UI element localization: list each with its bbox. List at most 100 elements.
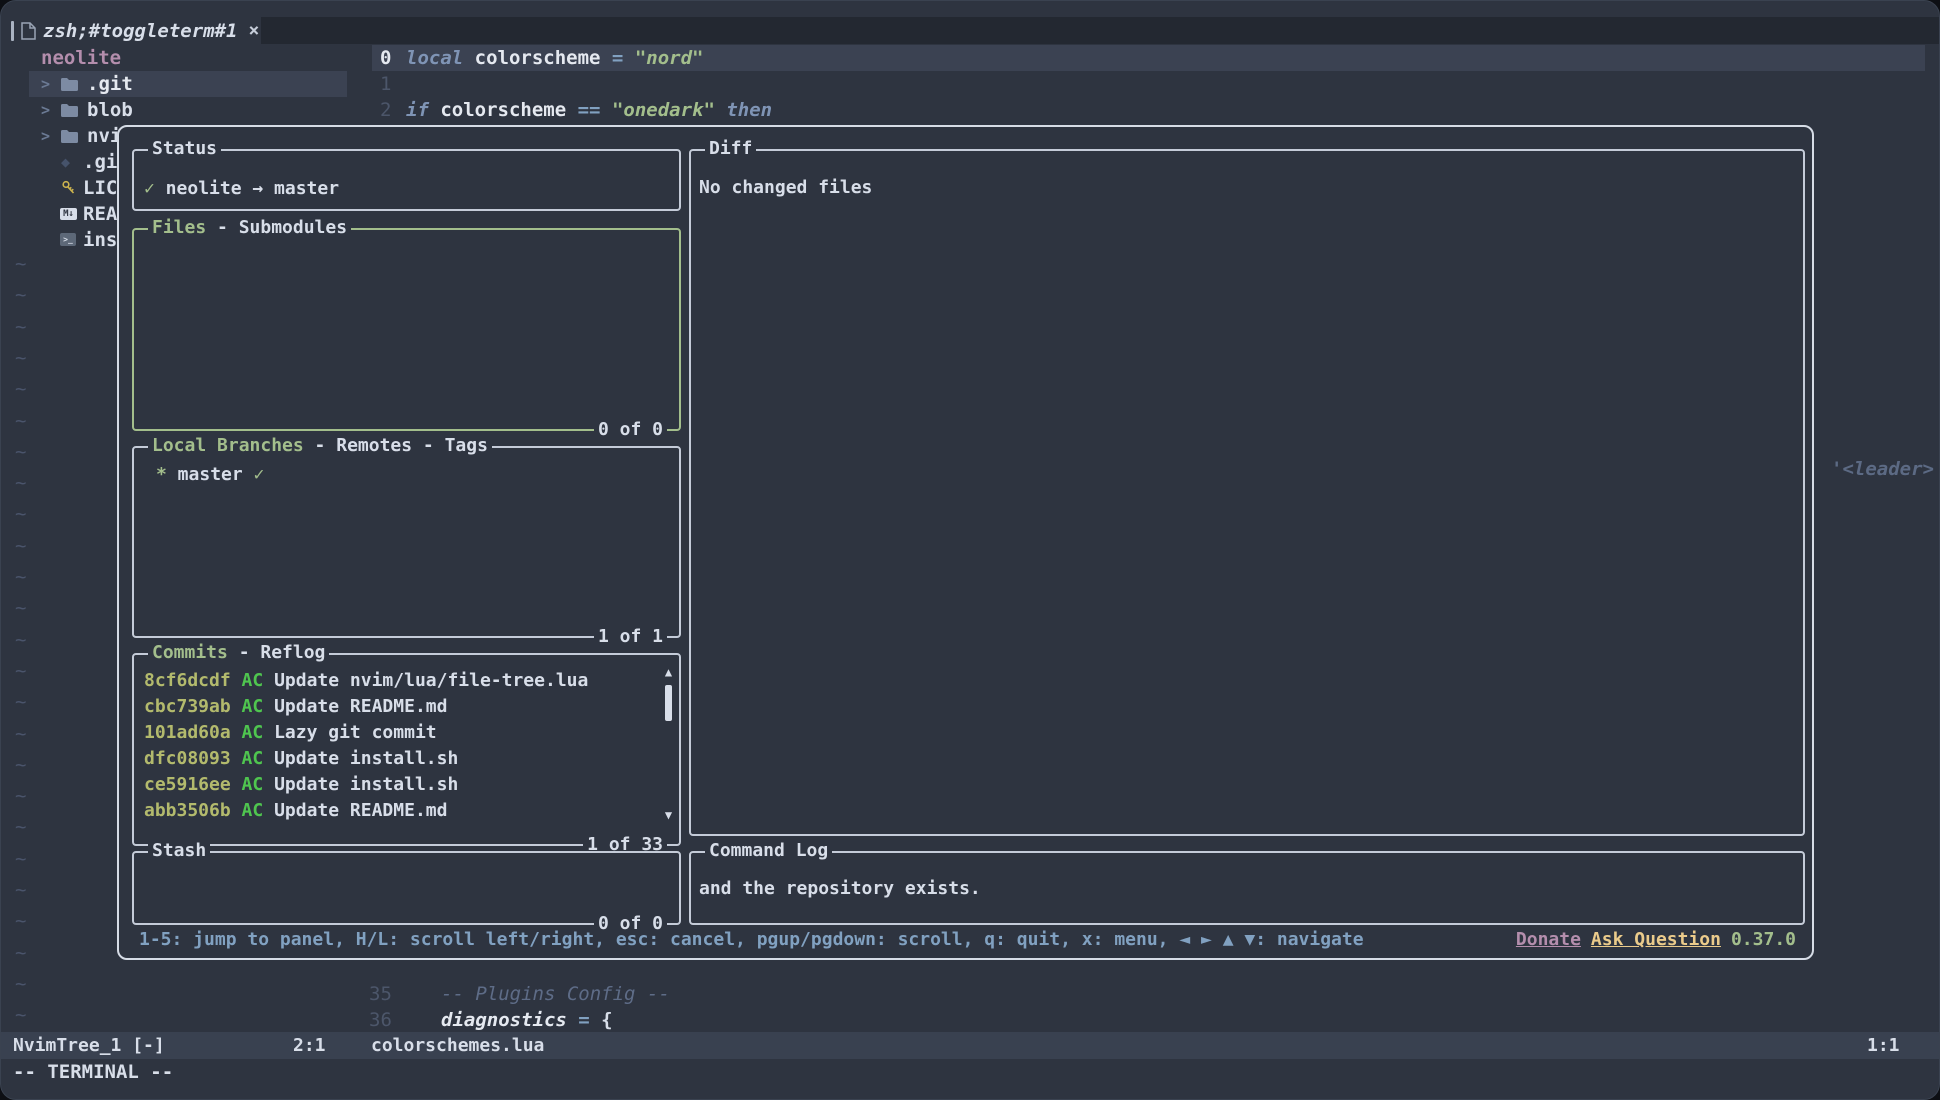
branches-tabs-rest[interactable]: - Remotes - Tags — [304, 435, 488, 456]
command-log-content: and the repository exists. — [699, 876, 1803, 902]
keyword-token: then — [726, 99, 772, 121]
check-icon: ✓ — [254, 464, 265, 485]
tab-title: zsh;#toggleterm#1 — [43, 20, 237, 42]
command-log-panel[interactable]: Command Log and the repository exists. — [689, 851, 1805, 925]
scroll-down-icon[interactable]: ▼ — [661, 808, 676, 822]
tilde-marker: ~ — [15, 439, 26, 465]
files-count: 0 of 0 — [594, 419, 667, 441]
commit-row[interactable]: dfc08093 AC Update install.sh — [144, 746, 655, 772]
keyword-token: if — [406, 99, 440, 121]
comment-token: -- Plugins Config -- — [441, 981, 670, 1007]
scrollbar-thumb[interactable] — [665, 685, 672, 721]
tilde-marker: ~ — [15, 470, 26, 496]
branches-panel[interactable]: Local Branches - Remotes - Tags * master… — [132, 446, 681, 638]
commit-row[interactable]: ce5916ee AC Update install.sh — [144, 772, 655, 798]
tree-root[interactable]: neolite — [1, 45, 348, 71]
tilde-marker: ~ — [15, 877, 26, 903]
status-panel[interactable]: Status ✓ neolite → master — [132, 149, 681, 211]
commit-row[interactable]: 101ad60a AC Lazy git commit — [144, 720, 655, 746]
identifier-token: diagnostics — [441, 1009, 578, 1031]
operator-token: = — [578, 1009, 601, 1031]
lazygit-footer: 1-5: jump to panel, H/L: scroll left/rig… — [139, 928, 1796, 950]
terminal-script-icon: >_ — [60, 233, 76, 246]
code-line: if colorscheme == "onedark" then — [406, 97, 772, 123]
tilde-marker: ~ — [15, 908, 26, 934]
donate-link[interactable]: Donate — [1516, 929, 1581, 950]
tilde-marker: ~ — [15, 783, 26, 809]
tilde-marker: ~ — [15, 376, 26, 402]
tilde-marker: ~ — [15, 814, 26, 840]
identifier-token: colorscheme — [440, 99, 577, 121]
commit-row[interactable]: cbc739ab AC Update README.md — [144, 694, 655, 720]
tree-item-blob-folder[interactable]: > blob — [1, 97, 348, 123]
tree-item-label: REA — [83, 201, 117, 227]
tilde-marker: ~ — [15, 314, 26, 340]
footer-links: DonateAsk Question0.37.0 — [1516, 929, 1796, 950]
line-number: 0 — [380, 45, 391, 71]
tilde-marker: ~ — [15, 564, 26, 590]
stash-panel[interactable]: Stash 0 of 0 — [132, 851, 681, 925]
keybind-hints: 1-5: jump to panel, H/L: scroll left/rig… — [139, 929, 1364, 950]
status-branch-info: ✓ neolite → master — [144, 176, 679, 202]
keyword-token: local — [406, 47, 475, 69]
document-icon — [21, 22, 36, 40]
code-line: diagnostics = { — [441, 1007, 613, 1033]
tilde-marker: ~ — [15, 251, 26, 277]
scroll-up-icon[interactable]: ▲ — [661, 665, 676, 679]
tabline: zsh;#toggleterm#1 × — [1, 17, 1939, 44]
check-icon: ✓ — [144, 178, 155, 199]
tilde-marker: ~ — [15, 627, 26, 653]
leader-key-hint: '<leader> — [1831, 456, 1934, 482]
tree-item-label: .gi — [83, 149, 117, 175]
chevron-right-icon: > — [41, 123, 50, 149]
statusline-filename: colorschemes.lua — [371, 1032, 544, 1059]
tabline-fill — [261, 17, 1939, 44]
commit-row[interactable]: abb3506b AC Update README.md — [144, 798, 655, 824]
chevron-right-icon: > — [41, 71, 50, 97]
identifier-token: colorscheme — [475, 47, 612, 69]
commits-scrollbar[interactable]: ▲ ▼ — [661, 665, 676, 822]
files-panel[interactable]: Files - Submodules 0 of 0 — [132, 228, 681, 431]
chevron-right-icon: > — [41, 97, 50, 123]
tree-root-label: neolite — [41, 45, 121, 71]
tilde-marker: ~ — [15, 595, 26, 621]
key-icon — [61, 180, 76, 196]
commits-tab[interactable]: Commits — [152, 642, 228, 663]
tilde-marker: ~ — [15, 345, 26, 371]
branches-count: 1 of 1 — [594, 626, 667, 648]
brace-token: { — [601, 1009, 612, 1031]
operator-token: = — [612, 47, 635, 69]
tilde-marker: ~ — [15, 408, 26, 434]
commits-tabs-rest[interactable]: - Reflog — [228, 642, 326, 663]
commits-panel[interactable]: Commits - Reflog 8cf6dcdf AC Update nvim… — [132, 653, 681, 846]
commit-row[interactable]: 8cf6dcdf AC Update nvim/lua/file-tree.lu… — [144, 668, 655, 694]
current-branch-star: * — [156, 464, 167, 485]
tilde-marker: ~ — [15, 846, 26, 872]
tree-item-label: blob — [87, 97, 133, 123]
tilde-marker: ~ — [15, 752, 26, 778]
files-tab[interactable]: Files — [152, 217, 206, 238]
ask-question-link[interactable]: Ask Question — [1591, 929, 1721, 950]
tilde-marker: ~ — [15, 658, 26, 684]
git-icon: ◆ — [61, 149, 70, 175]
diff-panel[interactable]: Diff No changed files — [689, 149, 1805, 836]
string-token: "nord" — [635, 47, 704, 69]
lazygit-window: Status ✓ neolite → master Files - Submod… — [117, 125, 1814, 960]
statusline-cursor-left: 2:1 — [293, 1032, 326, 1059]
line-number: 36 — [369, 1007, 392, 1033]
tree-item-label: .git — [87, 71, 133, 97]
status-panel-title: Status — [152, 138, 217, 159]
tilde-marker: ~ — [15, 1002, 26, 1028]
close-icon[interactable]: × — [248, 20, 259, 41]
command-log-title: Command Log — [709, 840, 828, 861]
statusline: NvimTree_1 [-] 2:1 colorschemes.lua 1:1 — [1, 1032, 1939, 1059]
terminal-tab[interactable]: zsh;#toggleterm#1 × — [11, 17, 265, 44]
tab-indicator-bar — [11, 21, 14, 41]
tilde-marker: ~ — [15, 282, 26, 308]
folder-icon — [61, 130, 78, 143]
statusline-cursor-right: 1:1 — [1867, 1032, 1900, 1059]
branch-row[interactable]: * master ✓ — [156, 462, 679, 488]
files-tabs-rest[interactable]: - Submodules — [206, 217, 347, 238]
branches-tab[interactable]: Local Branches — [152, 435, 304, 456]
tree-item-git-folder[interactable]: > .git — [1, 71, 348, 97]
